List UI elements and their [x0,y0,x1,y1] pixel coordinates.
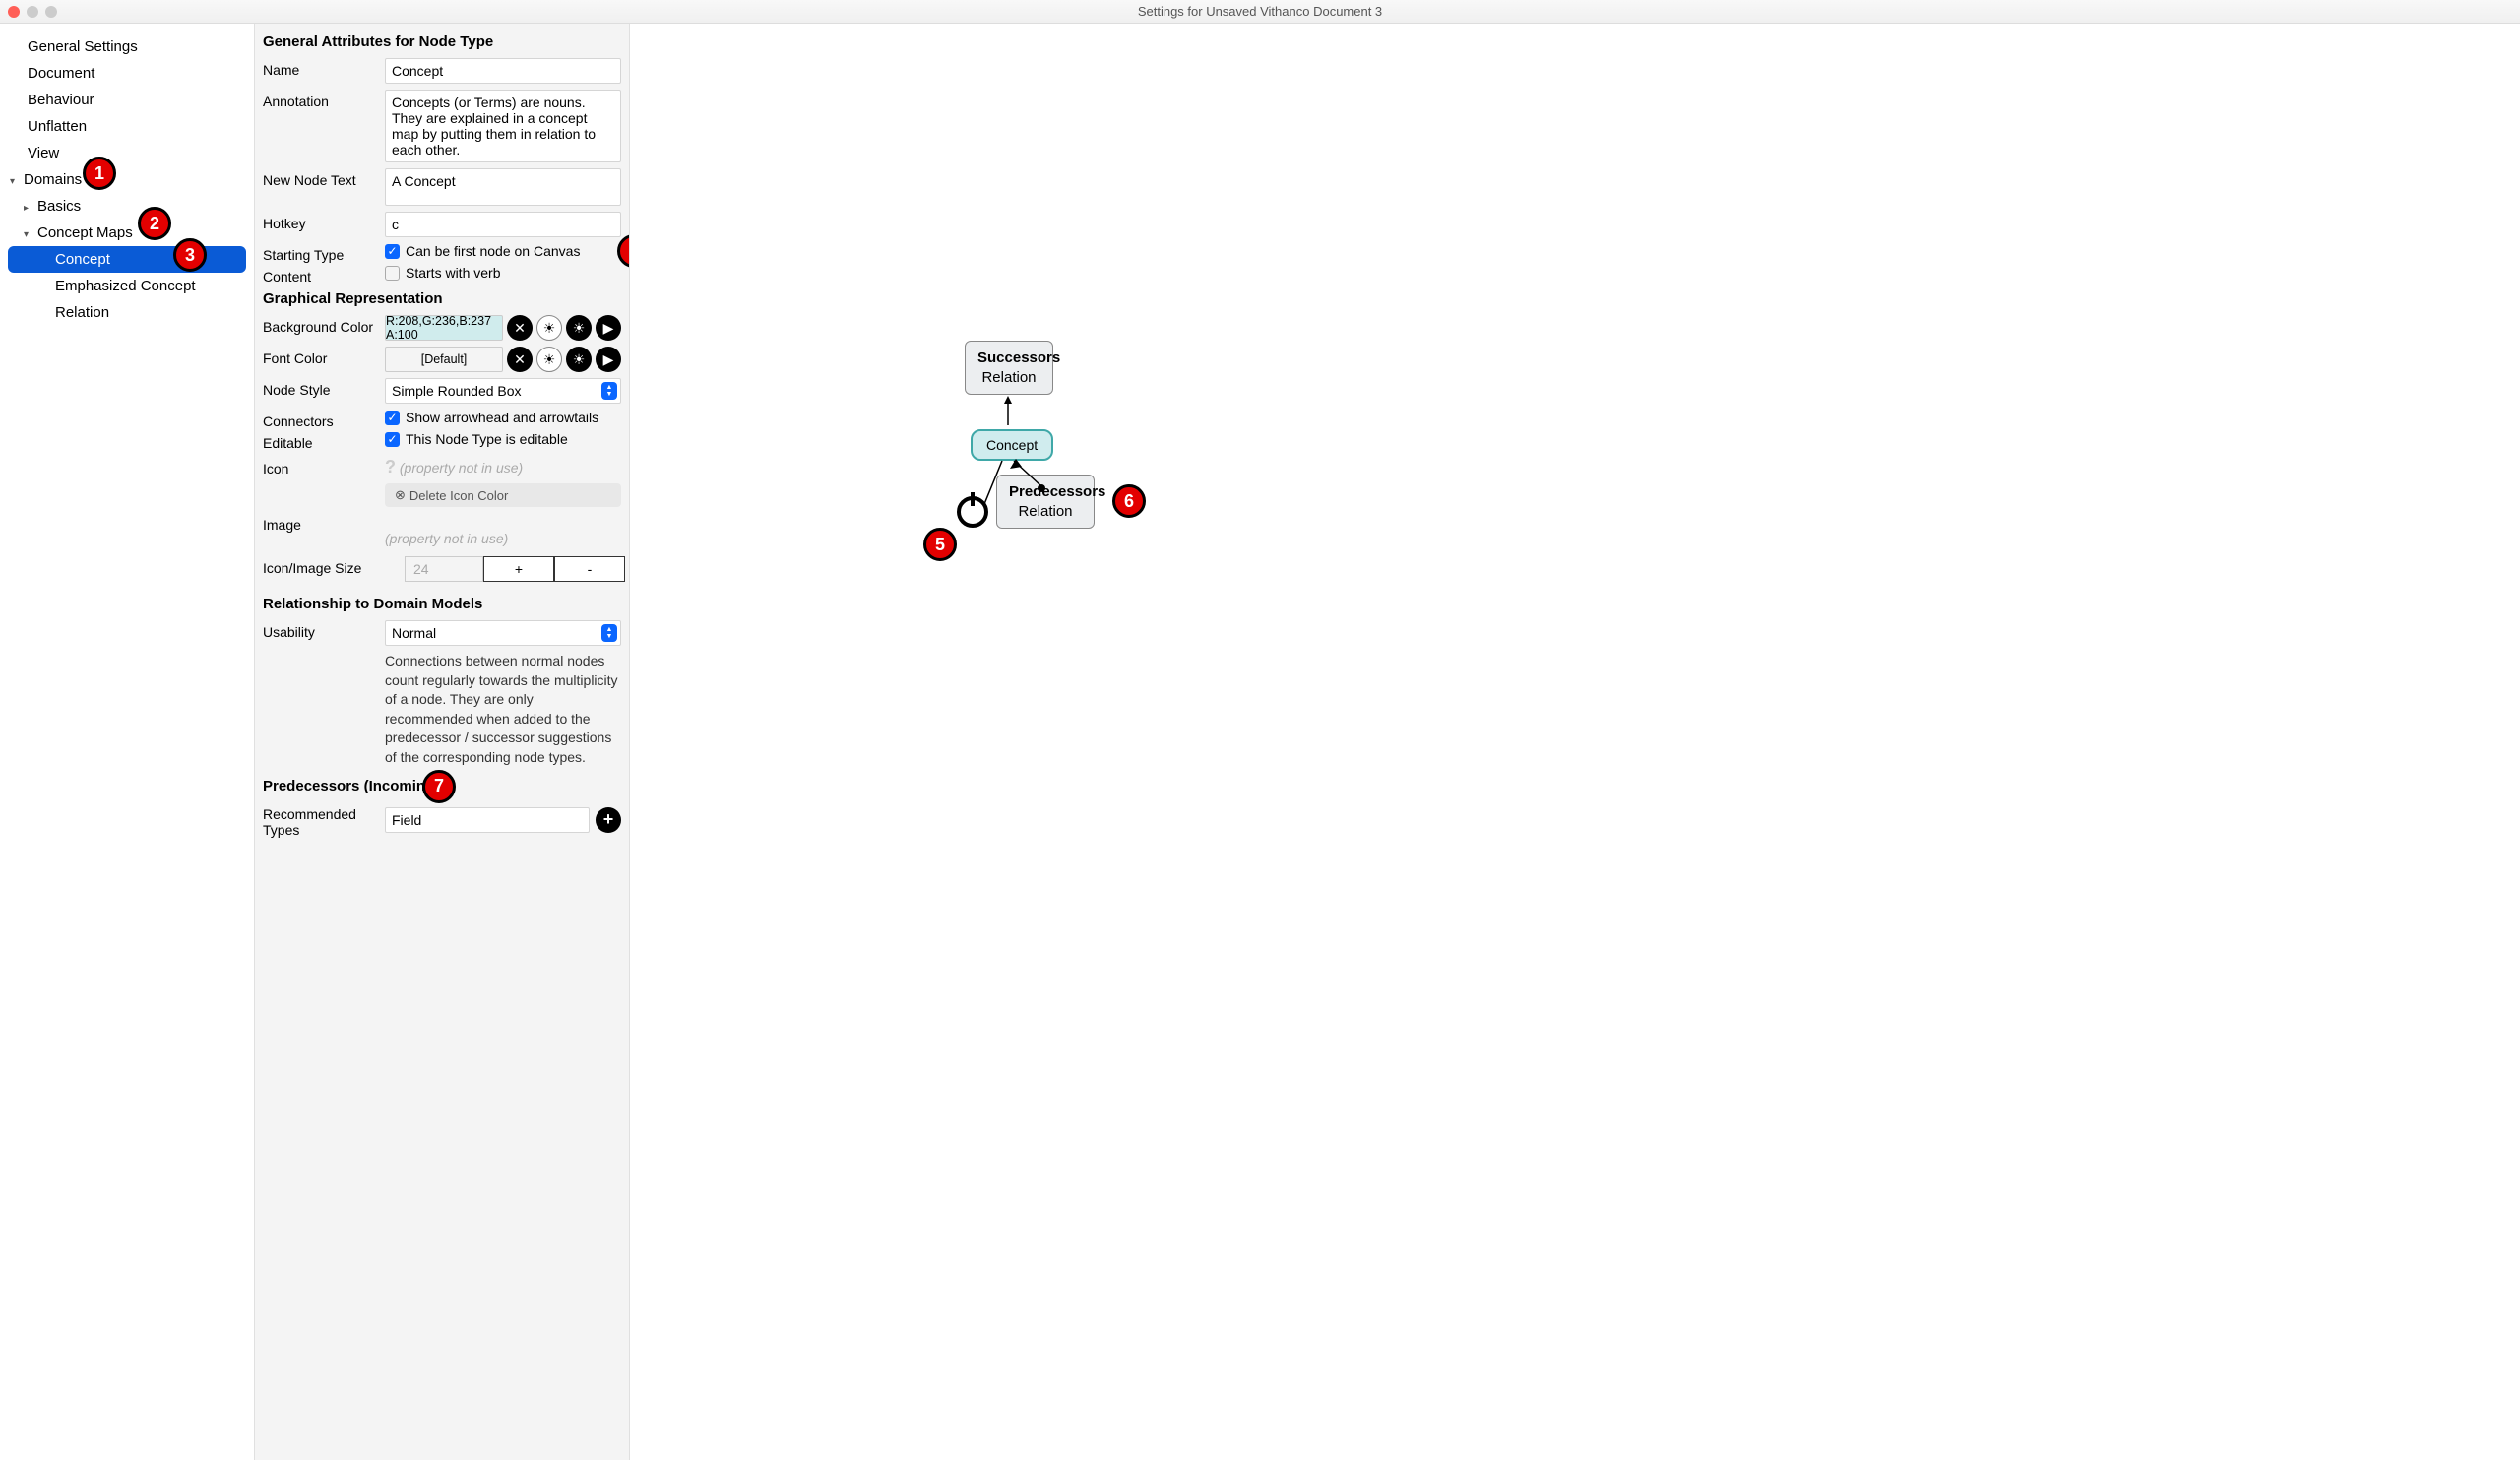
icon-label: Icon [263,457,385,477]
usability-help-text: Connections between normal nodes count r… [385,652,621,768]
forward-icon[interactable]: ▶ [596,315,621,341]
connectors-checkbox[interactable]: ✓ [385,411,400,425]
content-text: Starts with verb [406,265,500,281]
editable-label: Editable [263,431,385,451]
fontcolor-swatch[interactable]: [Default] [385,347,503,372]
starting-type-label: Starting Type [263,243,385,263]
bgcolor-label: Background Color [263,315,385,341]
connectors-label: Connectors [263,410,385,429]
sidebar-item-relation[interactable]: Relation [0,299,254,326]
size-plus-button[interactable]: + [483,556,554,582]
content-panel: General Attributes for Node Type Name An… [254,24,630,1460]
editable-checkbox[interactable]: ✓ [385,432,400,447]
section-general-header: General Attributes for Node Type [263,33,621,50]
select-arrows-icon[interactable]: ▲▼ [601,624,617,642]
fontcolor-label: Font Color [263,347,385,372]
sidebar-item-view[interactable]: View [0,140,254,166]
add-button[interactable]: + [596,807,621,833]
image-placeholder: (property not in use) [385,531,508,546]
preview-panel: Successors Relation Concept Predecessors… [630,24,2520,1460]
question-icon: ? [385,457,396,476]
callout-1: 1 [83,157,116,190]
newnode-textarea[interactable]: A Concept [385,168,621,206]
sidebar-item-unflatten[interactable]: Unflatten [0,113,254,140]
hotkey-label: Hotkey [263,212,385,237]
usability-select[interactable]: Normal [385,620,621,646]
brightness-up-icon[interactable]: ☀ [566,347,592,372]
content-checkbox[interactable] [385,266,400,281]
hotkey-input[interactable] [385,212,621,237]
starting-type-text: Can be first node on Canvas [406,243,580,259]
rectypes-input[interactable] [385,807,590,833]
delete-icon-color-button[interactable]: ⊗ Delete Icon Color [385,483,621,507]
newnode-label: New Node Text [263,168,385,206]
window-title: Settings for Unsaved Vithanco Document 3 [1138,4,1382,19]
bgcolor-swatch[interactable]: R:208,G:236,B:237 A:100 [385,315,503,341]
section-predecessors-header: Predecessors (Incoming) 7 [263,778,621,794]
sidebar-item-domains[interactable]: ▾Domains 1 [0,166,254,193]
x-circle-icon: ⊗ [395,487,406,503]
size-minus-button[interactable]: - [554,556,625,582]
sidebar-item-document[interactable]: Document [0,60,254,87]
usability-label: Usability [263,620,385,646]
successors-node: Successors Relation [965,341,1053,395]
maximize-window-button[interactable] [45,6,57,18]
rectypes-label: Recommended Types [263,802,385,838]
callout-4: 4 [617,234,630,268]
image-label: Image [263,513,385,546]
sidebar-item-behaviour[interactable]: Behaviour [0,87,254,113]
preview-connectors [955,396,1093,534]
starting-type-checkbox[interactable]: ✓ [385,244,400,259]
icon-placeholder: (property not in use) [400,460,523,476]
nodestyle-label: Node Style [263,378,385,404]
callout-6: 6 [1112,484,1146,518]
nodestyle-select[interactable]: Simple Rounded Box [385,378,621,404]
clear-icon[interactable]: ✕ [507,315,533,341]
size-value[interactable]: 24 [405,556,483,582]
clear-icon[interactable]: ✕ [507,347,533,372]
forward-icon[interactable]: ▶ [596,347,621,372]
sidebar-item-concept[interactable]: Concept [8,246,246,273]
sidebar: General Settings Document Behaviour Unfl… [0,24,254,1460]
size-label: Icon/Image Size [263,556,385,582]
brightness-down-icon[interactable]: ☀ [536,315,562,341]
callout-5: 5 [923,528,957,561]
section-relationship-header: Relationship to Domain Models [263,596,621,612]
brightness-down-icon[interactable]: ☀ [536,347,562,372]
section-graphical-header: Graphical Representation [263,290,621,307]
close-window-button[interactable] [8,6,20,18]
sidebar-item-concept-maps[interactable]: ▾Concept Maps 2 [0,220,254,246]
name-input[interactable] [385,58,621,84]
annotation-label: Annotation [263,90,385,162]
sidebar-item-emphasized-concept[interactable]: Emphasized Concept [0,273,254,299]
chevron-down-icon[interactable]: ▾ [24,229,37,240]
titlebar: Settings for Unsaved Vithanco Document 3 [0,0,2520,24]
brightness-up-icon[interactable]: ☀ [566,315,592,341]
callout-2: 2 [138,207,171,240]
chevron-down-icon[interactable]: ▾ [10,176,24,187]
name-label: Name [263,58,385,84]
minimize-window-button[interactable] [27,6,38,18]
chevron-right-icon[interactable]: ▸ [24,203,37,214]
editable-text: This Node Type is editable [406,431,568,447]
annotation-textarea[interactable]: Concepts (or Terms) are nouns. They are … [385,90,621,162]
select-arrows-icon[interactable]: ▲▼ [601,382,617,400]
connectors-text: Show arrowhead and arrowtails [406,410,598,425]
sidebar-item-general-settings[interactable]: General Settings [0,33,254,60]
callout-7: 7 [422,770,456,803]
content-label: Content [263,265,385,285]
sidebar-item-basics[interactable]: ▸Basics [0,193,254,220]
callout-3: 3 [173,238,207,272]
